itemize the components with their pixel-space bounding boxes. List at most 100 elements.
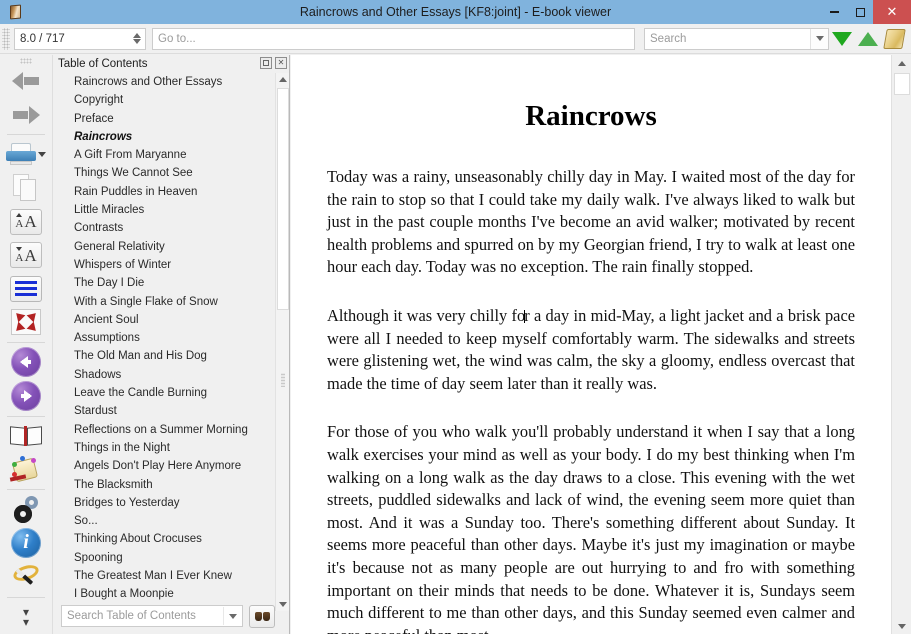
fullscreen-icon — [11, 309, 41, 336]
fullscreen-button[interactable] — [6, 306, 46, 337]
toc-item[interactable]: General Relativity — [54, 238, 276, 256]
toc-scrollbar-thumb[interactable] — [277, 88, 289, 310]
toc-item[interactable]: Raincrows and Other Essays — [54, 73, 276, 91]
info-icon: i — [11, 528, 41, 559]
forward-button[interactable] — [6, 99, 46, 130]
toc-list[interactable]: Raincrows and Other Essays Copyright Prefa… — [54, 73, 276, 611]
close-dock-icon[interactable]: ✕ — [275, 57, 287, 69]
toc-item[interactable]: With a Single Flake of Snow — [54, 293, 276, 311]
left-toolbar: AA AA i ▾ ▾ — [0, 55, 53, 634]
toc-item[interactable]: So... — [54, 512, 276, 530]
find-next-button[interactable] — [829, 26, 855, 52]
back-arrow-icon — [12, 71, 40, 91]
toc-item[interactable]: Things We Cannot See — [54, 164, 276, 182]
rail-grip[interactable] — [20, 58, 32, 65]
preferences-button[interactable] — [6, 494, 46, 525]
highlight-button[interactable] — [6, 454, 46, 485]
reader-scrollbar-thumb[interactable] — [894, 73, 910, 95]
toc-item[interactable]: Things in the Night — [54, 439, 276, 457]
toc-item[interactable]: The Blacksmith — [54, 476, 276, 494]
toc-item[interactable]: Spooning — [54, 549, 276, 567]
copy-page-button[interactable] — [6, 173, 46, 204]
float-dock-icon[interactable] — [260, 57, 272, 69]
toc-find-button[interactable] — [249, 604, 275, 628]
toc-item[interactable]: Rain Puddles in Heaven — [54, 183, 276, 201]
toc-search-row: Search Table of Contents — [53, 604, 290, 628]
scroll-up-icon[interactable] — [276, 73, 290, 86]
minimize-button[interactable] — [821, 0, 847, 24]
stepper-down-icon[interactable] — [132, 39, 141, 44]
stepper-up-icon[interactable] — [132, 33, 141, 38]
metadata-button[interactable]: i — [6, 528, 46, 559]
purple-left-arrow-icon — [11, 347, 41, 378]
toc-item[interactable]: Preface — [54, 110, 276, 128]
scroll-icon — [882, 28, 906, 49]
toolbar-grip[interactable] — [2, 27, 10, 50]
green-up-arrow-icon — [858, 31, 878, 46]
toc-item[interactable]: Raincrows — [54, 128, 276, 146]
increase-font-button[interactable]: AA — [6, 206, 46, 237]
purple-right-arrow-icon — [11, 380, 41, 411]
toc-item[interactable]: Whispers of Winter — [54, 256, 276, 274]
toc-item[interactable]: The Day I Die — [54, 274, 276, 292]
table-of-contents-panel: Table of Contents ✕ Raincrows and Other … — [53, 55, 290, 634]
toc-header: Table of Contents ✕ — [53, 55, 290, 73]
toc-item[interactable]: The Old Man and His Dog — [54, 347, 276, 365]
title-bar[interactable]: Raincrows and Other Essays [KF8:joint] -… — [0, 0, 911, 24]
toc-item[interactable]: Copyright — [54, 91, 276, 109]
toc-item[interactable]: A Gift From Maryanne — [54, 146, 276, 164]
toc-item[interactable]: The Greatest Man I Ever Knew — [54, 567, 276, 585]
reader-scrollbar[interactable] — [891, 55, 911, 634]
next-page-button[interactable] — [6, 380, 46, 411]
position-spinbox[interactable]: 8.0 / 717 — [14, 27, 146, 50]
separator — [7, 596, 45, 598]
chevron-down-icon[interactable] — [223, 607, 241, 625]
scroll-up-icon[interactable] — [892, 55, 911, 71]
toc-item[interactable]: Stardust — [54, 402, 276, 420]
open-book-icon — [10, 425, 42, 447]
find-previous-button[interactable] — [855, 26, 881, 52]
search-input[interactable]: Search — [644, 27, 829, 50]
goto-input[interactable]: Go to... — [152, 27, 635, 50]
chevron-down-icon[interactable] — [810, 28, 828, 49]
separator — [7, 341, 45, 343]
book-page[interactable]: Raincrows Today was a rainy, unseasonabl… — [291, 55, 891, 634]
toc-item[interactable]: Leave the Candle Burning — [54, 384, 276, 402]
print-button[interactable] — [6, 139, 46, 170]
chevron-down-icon[interactable] — [38, 152, 46, 158]
more-tools-button[interactable]: ▾ ▾ — [6, 601, 46, 632]
toc-item[interactable]: I Bought a Moonpie — [54, 585, 276, 603]
toc-item[interactable]: Reflections on a Summer Morning — [54, 421, 276, 439]
toc-search-input[interactable]: Search Table of Contents — [61, 605, 243, 627]
toc-header-buttons: ✕ — [260, 57, 287, 69]
toc-scrollbar[interactable] — [275, 73, 289, 611]
toc-item[interactable]: Shadows — [54, 366, 276, 384]
position-stepper[interactable] — [130, 30, 143, 48]
previous-page-button[interactable] — [6, 347, 46, 378]
paragraph: For those of you who walk you'll probabl… — [327, 422, 855, 634]
decrease-font-button[interactable]: AA — [6, 240, 46, 271]
toc-item[interactable]: Ancient Soul — [54, 311, 276, 329]
toc-item[interactable]: Little Miracles — [54, 201, 276, 219]
lines-icon — [10, 275, 42, 302]
close-button[interactable]: ✕ — [873, 0, 911, 24]
toc-item[interactable]: Assumptions — [54, 329, 276, 347]
paragraph: Although it was very chilly for a day in… — [327, 305, 855, 393]
maximize-button[interactable] — [847, 0, 873, 24]
inspector-button[interactable] — [6, 561, 46, 592]
separator — [7, 134, 45, 136]
toc-item[interactable]: Thinking About Crocuses — [54, 530, 276, 548]
toc-item[interactable]: Contrasts — [54, 219, 276, 237]
paged-mode-button[interactable] — [6, 273, 46, 304]
printer-icon — [6, 142, 36, 167]
reference-mode-button[interactable] — [6, 420, 46, 451]
reading-pane: Raincrows Today was a rainy, unseasonabl… — [291, 55, 911, 634]
pages-icon — [13, 174, 39, 202]
toc-item[interactable]: Angels Don't Play Here Anymore — [54, 457, 276, 475]
scroll-down-icon[interactable] — [892, 618, 911, 634]
paragraph: Today was a rainy, unseasonably chilly d… — [327, 167, 855, 277]
back-button[interactable] — [6, 65, 46, 96]
search-combobox[interactable]: Search — [644, 27, 829, 50]
toggle-toc-button[interactable] — [881, 26, 907, 52]
toc-item[interactable]: Bridges to Yesterday — [54, 494, 276, 512]
